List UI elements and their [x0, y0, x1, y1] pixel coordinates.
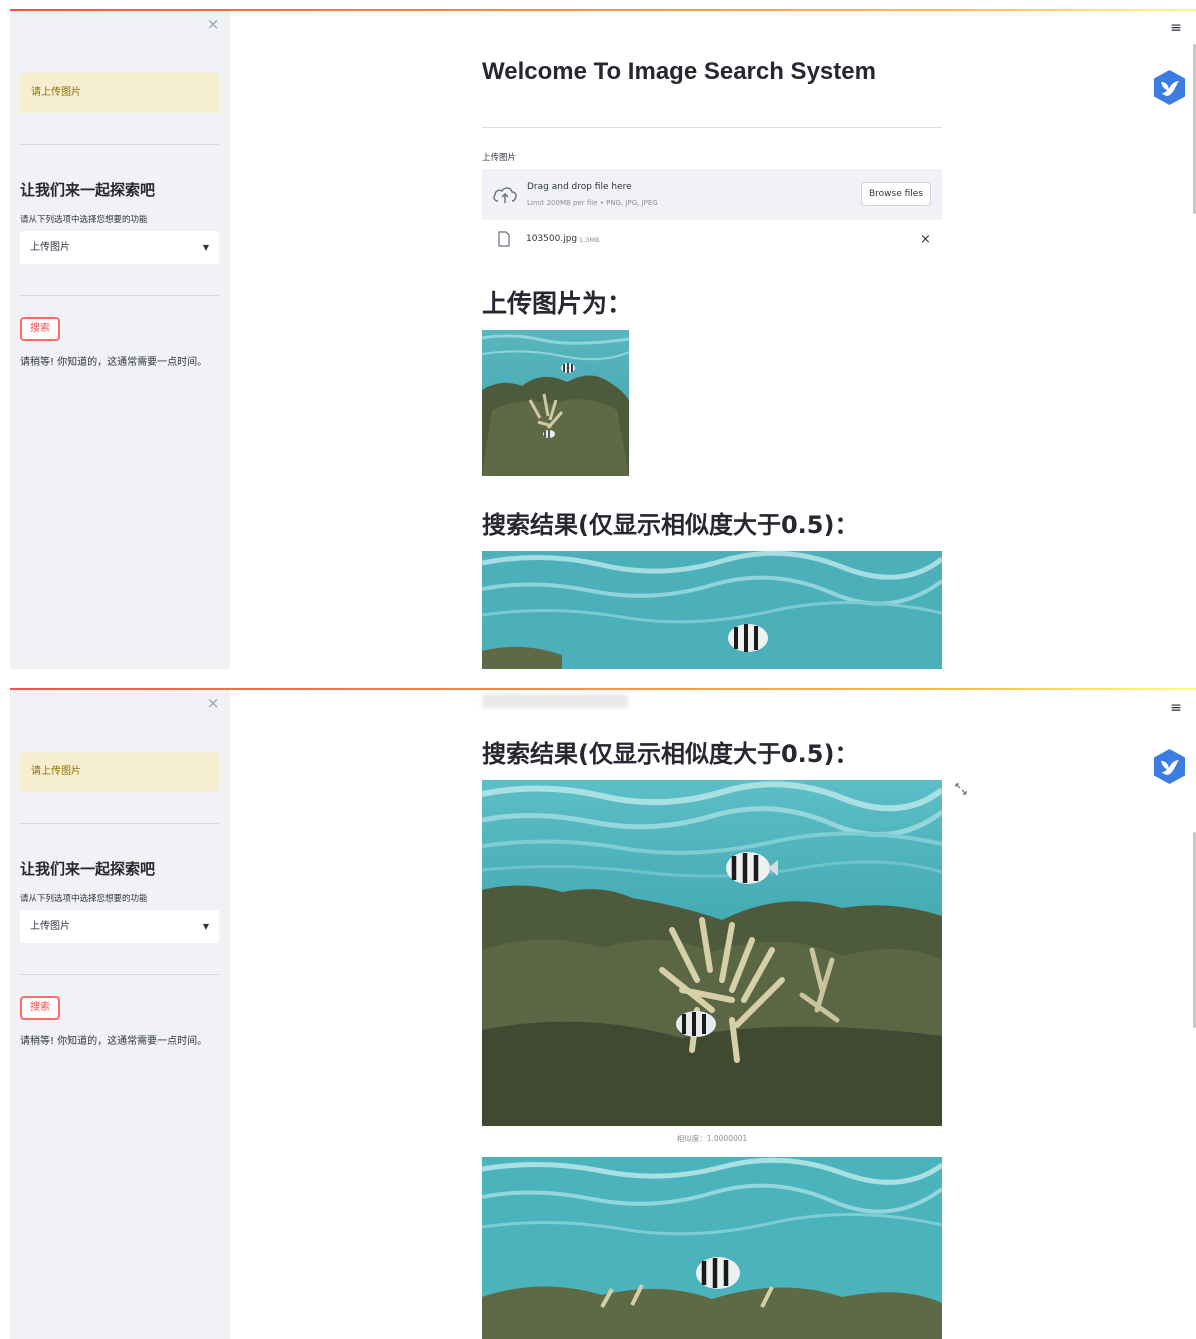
function-select-value: 上传图片	[30, 921, 70, 932]
title-divider	[482, 127, 942, 128]
sidebar-heading: 让我们来一起探索吧	[20, 181, 156, 199]
result-image[interactable]	[482, 551, 942, 669]
cloud-upload-icon	[493, 187, 517, 203]
sidebar-divider	[20, 144, 219, 145]
search-button[interactable]: 搜索	[20, 996, 60, 1020]
uploaded-image	[482, 330, 629, 476]
select-caption: 请从下列选项中选择您想要的功能	[20, 215, 148, 225]
wait-message: 请稍等! 你知道的，这通常需要一点时间。	[20, 1036, 208, 1047]
screenshot-panel-top: × 请上传图片 让我们来一起探索吧 请从下列选项中选择您想要的功能 上传图片 ▼…	[0, 0, 1196, 669]
uploaded-image-heading: 上传图片为：	[482, 289, 633, 318]
sidebar: × 请上传图片 让我们来一起探索吧 请从下列选项中选择您想要的功能 上传图片 ▼…	[10, 690, 230, 1339]
screenshot-panel-bottom: × 请上传图片 让我们来一起探索吧 请从下列选项中选择您想要的功能 上传图片 ▼…	[0, 680, 1196, 1339]
sidebar-divider	[20, 974, 219, 975]
dropzone-limit: Limit 200MB per file • PNG, JPG, JPEG	[527, 199, 658, 207]
app-logo-icon[interactable]	[1152, 69, 1187, 106]
file-size: 1.3MB	[579, 236, 600, 244]
close-sidebar-icon[interactable]: ×	[206, 17, 220, 32]
close-sidebar-icon[interactable]: ×	[206, 696, 220, 711]
uploader-label: 上传图片	[482, 153, 517, 163]
results-heading: 搜索结果(仅显示相似度大于0.5)：	[482, 511, 859, 539]
file-dropzone[interactable]: Drag and drop file here Limit 200MB per …	[482, 169, 942, 220]
result-image[interactable]	[482, 780, 942, 1126]
function-select-value: 上传图片	[30, 242, 70, 253]
file-icon	[498, 231, 510, 247]
panel-separator	[0, 669, 1196, 680]
select-caption: 请从下列选项中选择您想要的功能	[20, 894, 148, 904]
results-heading: 搜索结果(仅显示相似度大于0.5)：	[482, 740, 859, 768]
search-button[interactable]: 搜索	[20, 317, 60, 341]
dropzone-title: Drag and drop file here	[527, 182, 632, 192]
scrolled-content-fragment	[482, 694, 628, 708]
chevron-down-icon: ▼	[202, 243, 209, 252]
main-menu-icon[interactable]: ≡	[1169, 700, 1183, 716]
file-name: 103500.jpg	[526, 234, 578, 244]
page-title: Welcome To Image Search System	[482, 58, 876, 85]
result-image[interactable]	[482, 1157, 942, 1339]
browse-files-button[interactable]: Browse files	[861, 182, 931, 206]
function-select[interactable]: 上传图片 ▼	[20, 231, 219, 264]
main-menu-icon[interactable]: ≡	[1169, 20, 1183, 36]
wait-message: 请稍等! 你知道的，这通常需要一点时间。	[20, 357, 208, 368]
uploaded-file-row: 103500.jpg 1.3MB ×	[482, 229, 942, 251]
fullscreen-expand-icon[interactable]	[954, 782, 968, 796]
sidebar-heading: 让我们来一起探索吧	[20, 860, 156, 878]
upload-warning-alert: 请上传图片	[20, 752, 219, 792]
sidebar: × 请上传图片 让我们来一起探索吧 请从下列选项中选择您想要的功能 上传图片 ▼…	[10, 11, 230, 669]
similarity-caption: 相似度：1.0000001	[676, 1134, 748, 1143]
function-select[interactable]: 上传图片 ▼	[20, 910, 219, 943]
remove-file-icon[interactable]: ×	[920, 232, 931, 247]
upload-warning-alert: 请上传图片	[20, 73, 219, 113]
sidebar-divider	[20, 295, 219, 296]
app-logo-icon[interactable]	[1152, 748, 1187, 785]
sidebar-divider	[20, 823, 219, 824]
chevron-down-icon: ▼	[202, 922, 209, 931]
